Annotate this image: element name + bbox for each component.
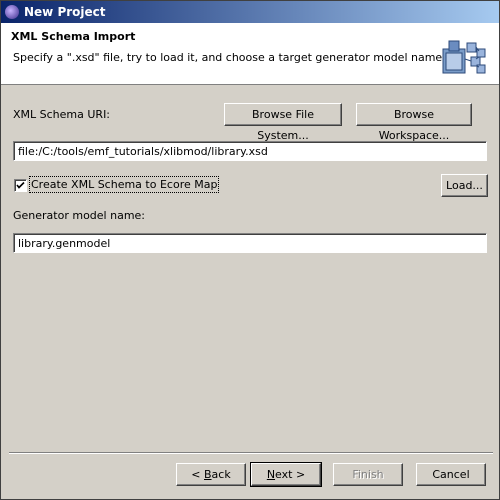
back-rest: ack: [211, 468, 231, 481]
checkmark-icon: [16, 181, 25, 189]
schema-uri-label: XML Schema URI:: [13, 108, 111, 121]
window-title: New Project: [24, 5, 106, 19]
generator-model-input[interactable]: [13, 233, 487, 253]
cancel-button[interactable]: Cancel: [416, 463, 486, 486]
new-project-dialog: New Project XML Schema Import Specify a …: [0, 0, 500, 500]
browse-workspace-button[interactable]: Browse Workspace...: [356, 103, 472, 142]
page-title: XML Schema Import: [11, 30, 136, 43]
next-button[interactable]: Next >: [250, 462, 322, 487]
schema-uri-input[interactable]: [13, 141, 487, 161]
load-button[interactable]: Load...: [441, 174, 488, 197]
browse-file-system-button[interactable]: Browse File System...: [224, 103, 342, 142]
generator-model-label: Generator model name:: [13, 209, 146, 222]
next-rest: ext >: [275, 468, 306, 481]
back-mnemonic: B: [204, 468, 212, 481]
import-wizard-icon: [442, 40, 486, 74]
back-button[interactable]: < Back: [176, 463, 246, 486]
back-prefix: <: [191, 468, 204, 481]
eclipse-icon: [5, 5, 19, 19]
footer-separator: [9, 452, 493, 454]
create-map-checkbox[interactable]: [14, 179, 27, 192]
next-mnemonic: N: [266, 468, 276, 481]
create-map-label[interactable]: Create XML Schema to Ecore Map: [28, 176, 220, 193]
page-description: Specify a ".xsd" file, try to load it, a…: [13, 51, 443, 64]
title-bar: New Project: [1, 1, 499, 23]
finish-button[interactable]: Finish: [333, 463, 403, 486]
wizard-header: XML Schema Import Specify a ".xsd" file,…: [1, 23, 499, 85]
